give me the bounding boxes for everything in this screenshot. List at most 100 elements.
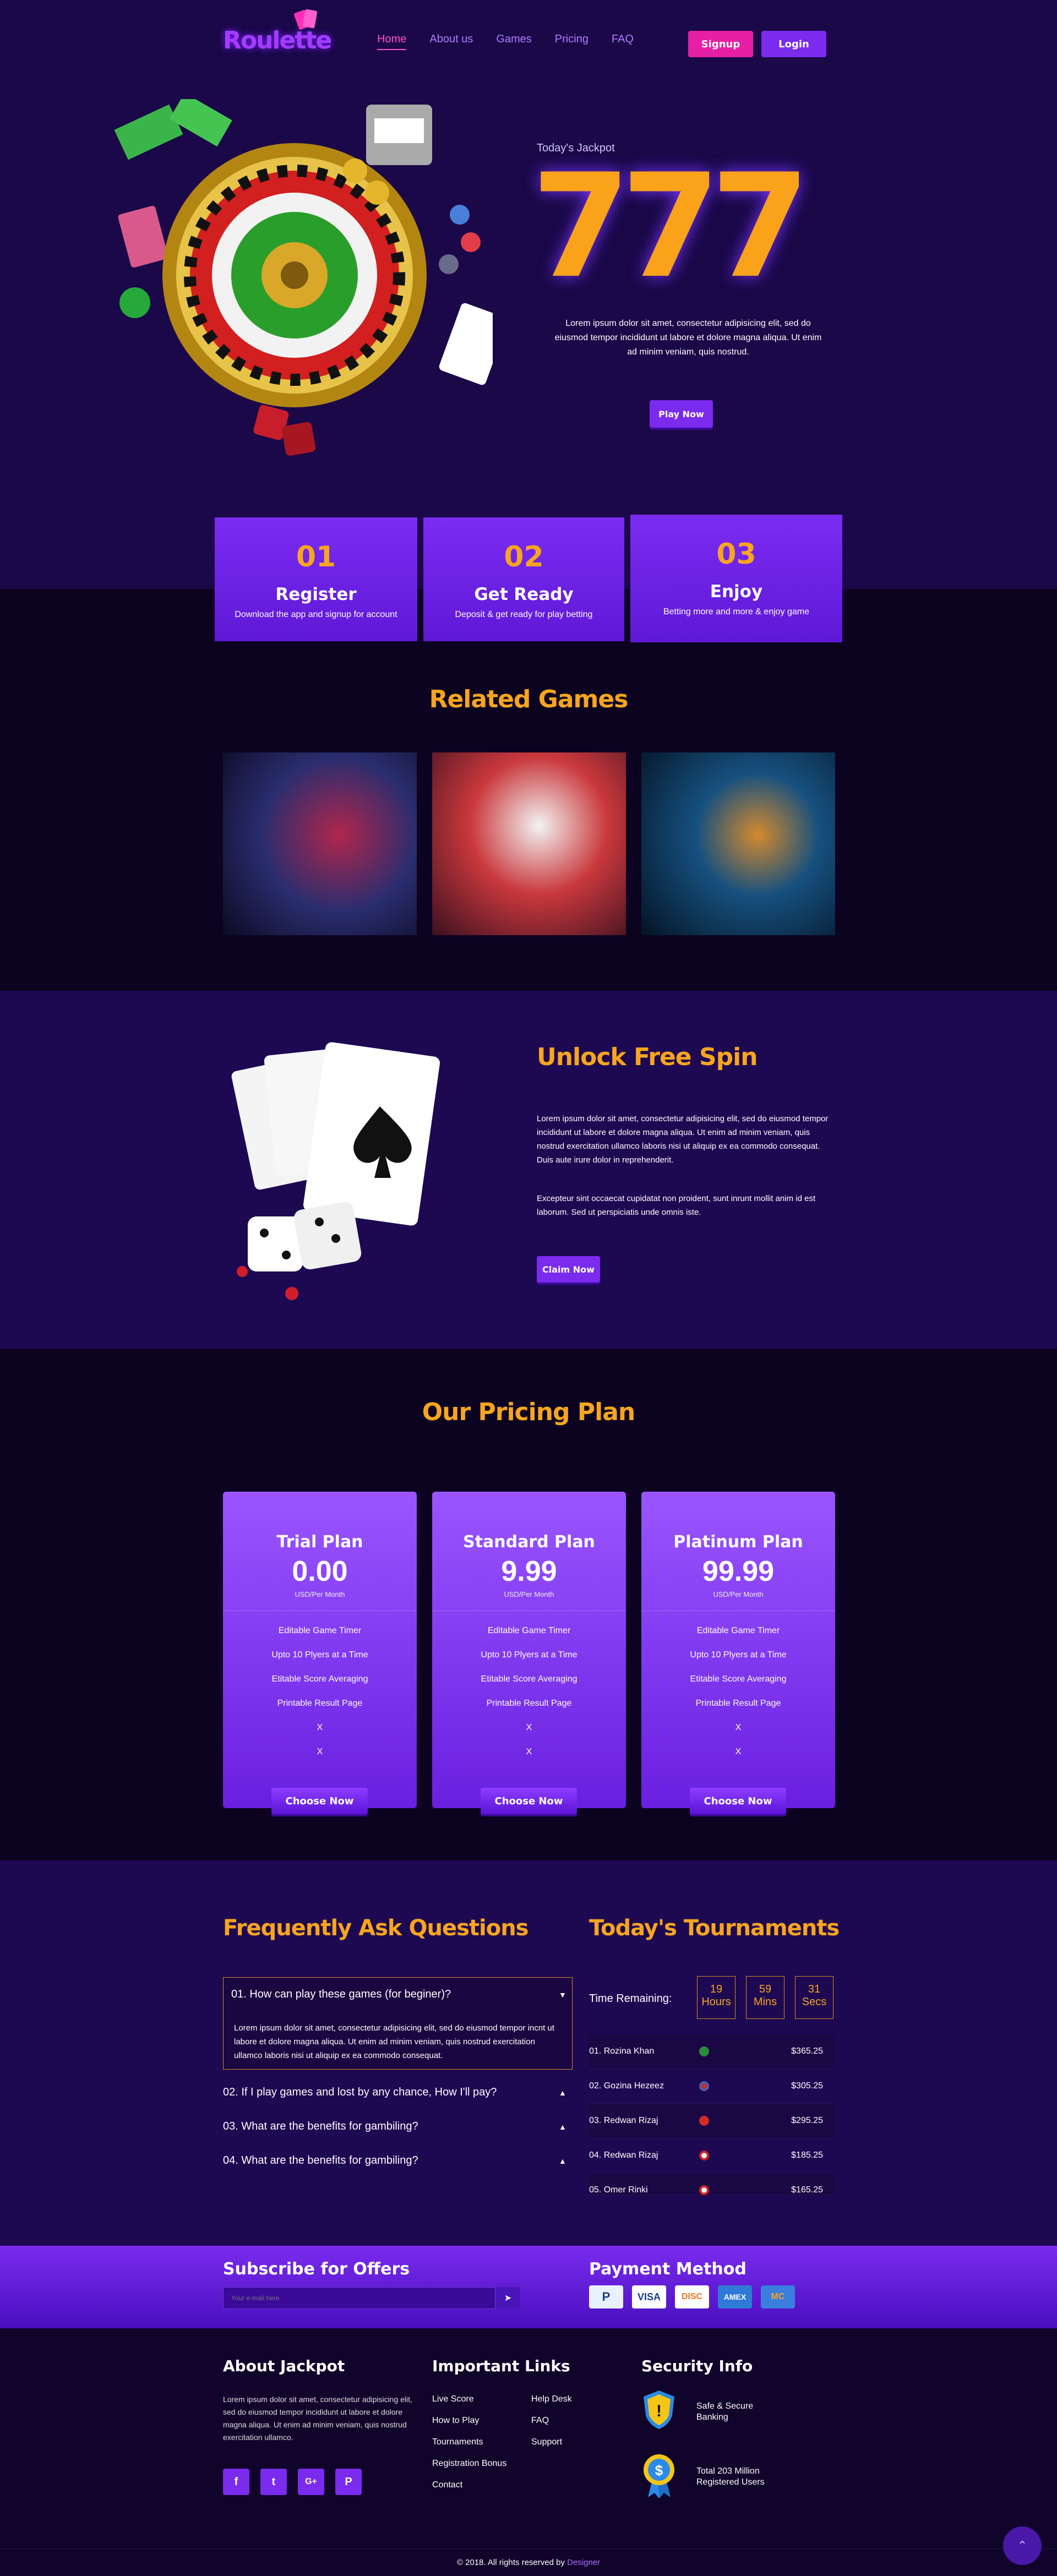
plan-feature: Editable Game Timer bbox=[278, 1626, 362, 1635]
main-nav: Home About us Games Pricing FAQ bbox=[377, 33, 634, 50]
nav-pricing[interactable]: Pricing bbox=[555, 33, 589, 50]
dice-icon bbox=[248, 1216, 303, 1271]
jackpot-value: 777 bbox=[531, 144, 810, 310]
nav-home[interactable]: Home bbox=[377, 33, 407, 50]
chevron-up-icon[interactable]: ▲ bbox=[559, 2088, 566, 2097]
login-button[interactable]: Login bbox=[761, 31, 826, 57]
footer-link[interactable]: Contact bbox=[432, 2480, 462, 2490]
plan-feature: Upto 10 Plyers at a Time bbox=[481, 1650, 577, 1660]
prize-amount: $365.25 bbox=[791, 2046, 823, 2056]
nav-games[interactable]: Games bbox=[496, 33, 531, 50]
step-desc: Betting more and more & enjoy game bbox=[663, 607, 810, 616]
plan-feature: X bbox=[317, 1723, 323, 1732]
plan-feature: Printable Result Page bbox=[486, 1699, 572, 1708]
player-name: 04. Redwan Rizaj bbox=[589, 2151, 658, 2160]
twitter-icon[interactable]: t bbox=[260, 2469, 287, 2495]
tournament-row: 02. Gozina Hezeez $305.25 bbox=[589, 2069, 834, 2104]
step-number: 03 bbox=[716, 538, 756, 571]
free-spin-text-1: Lorem ipsum dolor sit amet, consectetur … bbox=[537, 1114, 829, 1165]
mastercard-icon: MC bbox=[761, 2285, 795, 2308]
player-name: 02. Gozina Hezeez bbox=[589, 2081, 664, 2091]
footer-link[interactable]: Registration Bonus bbox=[432, 2459, 506, 2469]
plan-feature: X bbox=[735, 1723, 742, 1732]
facebook-icon[interactable]: f bbox=[223, 2469, 249, 2495]
timer-value: 19 bbox=[710, 1983, 723, 1995]
shield-icon: ! bbox=[641, 2389, 677, 2430]
choose-standard-button[interactable]: Choose Now bbox=[481, 1788, 577, 1814]
game-image-slots[interactable] bbox=[432, 752, 626, 935]
money-icon bbox=[114, 104, 183, 160]
about-title: About Jackpot bbox=[223, 2357, 345, 2375]
plan-feature: X bbox=[317, 1747, 323, 1756]
footer-link[interactable]: Tournaments bbox=[432, 2437, 483, 2447]
timer-secs: 31 Secs bbox=[795, 1976, 833, 2019]
plan-card-trial: Trial Plan 0.00 USD/Per Month Editable G… bbox=[223, 1492, 417, 1808]
footer-link[interactable]: FAQ bbox=[531, 2416, 549, 2426]
plan-feature: Etitable Score Averaging bbox=[690, 1674, 787, 1684]
faq-title: Frequently Ask Questions bbox=[223, 1915, 528, 1941]
faq-question[interactable]: 01. How can play these games (for begine… bbox=[231, 1988, 581, 2001]
plan-feature: Printable Result Page bbox=[277, 1699, 363, 1708]
prize-amount: $295.25 bbox=[791, 2116, 823, 2125]
google-plus-icon[interactable]: G+ bbox=[298, 2469, 324, 2495]
timer-unit: Secs bbox=[802, 1996, 827, 2008]
plan-price: 99.99 bbox=[702, 1556, 775, 1587]
game-image-roulette[interactable] bbox=[641, 752, 835, 935]
plan-feature: X bbox=[526, 1723, 532, 1732]
links-title: Important Links bbox=[432, 2357, 570, 2375]
footer-link[interactable]: Help Desk bbox=[531, 2394, 572, 2404]
designer-link[interactable]: Designer bbox=[567, 2558, 600, 2567]
signup-button[interactable]: Signup bbox=[688, 31, 753, 57]
pinterest-icon[interactable]: P bbox=[335, 2469, 362, 2495]
plan-price: 0.00 bbox=[292, 1556, 348, 1587]
choose-trial-button[interactable]: Choose Now bbox=[271, 1788, 368, 1814]
prize-amount: $165.25 bbox=[791, 2185, 823, 2195]
plan-name: Platinum Plan bbox=[673, 1532, 803, 1552]
email-input[interactable] bbox=[223, 2287, 495, 2309]
timer-value: 31 bbox=[808, 1983, 821, 1995]
chevron-down-icon[interactable]: ▼ bbox=[559, 1990, 566, 1999]
footer-link[interactable]: How to Play bbox=[432, 2416, 479, 2426]
plan-feature: X bbox=[735, 1747, 742, 1756]
footer-link[interactable]: Live Score bbox=[432, 2394, 474, 2404]
chevron-up-icon[interactable]: ▲ bbox=[559, 2157, 566, 2165]
security-safe-banking: Safe & Secure Banking bbox=[696, 2402, 754, 2422]
step-desc: Deposit & get ready for play betting bbox=[455, 610, 593, 619]
plan-price: 9.99 bbox=[501, 1556, 557, 1587]
flag-icon bbox=[699, 2185, 709, 2195]
pricing-title: Our Pricing Plan bbox=[422, 1398, 635, 1426]
plan-feature: Upto 10 Plyers at a Time bbox=[271, 1650, 368, 1660]
faq-question[interactable]: 03. What are the benefits for gambiling? bbox=[223, 2120, 573, 2133]
plan-feature: Etitable Score Averaging bbox=[271, 1674, 368, 1684]
plan-feature: Printable Result Page bbox=[695, 1699, 781, 1708]
tournament-row: 01. Rozina Khan $365.25 bbox=[589, 2034, 834, 2069]
double-chevron-up-icon: ⌃ bbox=[1017, 2539, 1028, 2552]
nav-about[interactable]: About us bbox=[429, 33, 473, 50]
plan-feature: Etitable Score Averaging bbox=[481, 1674, 577, 1684]
nav-faq[interactable]: FAQ bbox=[612, 33, 634, 50]
game-image-cards[interactable] bbox=[223, 752, 417, 935]
step-card-register: 01 Register Download the app and signup … bbox=[215, 517, 417, 641]
step-title: Register bbox=[275, 585, 357, 604]
timer-unit: Hours bbox=[701, 1996, 731, 2008]
claim-now-button[interactable]: Claim Now bbox=[537, 1256, 600, 1282]
flag-icon bbox=[699, 2151, 709, 2160]
scroll-top-button[interactable]: ⌃ bbox=[1003, 2526, 1042, 2565]
chevron-up-icon[interactable]: ▲ bbox=[559, 2122, 566, 2131]
prize-amount: $185.25 bbox=[791, 2151, 823, 2160]
prize-amount: $305.25 bbox=[791, 2081, 823, 2091]
aces-illustration bbox=[231, 1040, 479, 1316]
roulette-illustration bbox=[107, 92, 508, 484]
player-name: 05. Omer Rinki bbox=[589, 2185, 648, 2195]
choose-platinum-button[interactable]: Choose Now bbox=[690, 1788, 786, 1814]
play-now-button[interactable]: Play Now bbox=[650, 400, 713, 428]
faq-question[interactable]: 02. If I play games and lost by any chan… bbox=[223, 2086, 573, 2099]
flag-icon bbox=[699, 2081, 709, 2091]
tournament-row: 04. Redwan Rizaj $185.25 bbox=[589, 2138, 834, 2173]
footer-link[interactable]: Support bbox=[531, 2437, 562, 2447]
free-spin-text-2: Excepteur sint occaecat cupidatat non pr… bbox=[537, 1194, 816, 1217]
faq-question[interactable]: 04. What are the benefits for gambiling? bbox=[223, 2154, 573, 2167]
step-number: 02 bbox=[504, 541, 544, 574]
send-icon[interactable]: ➤ bbox=[495, 2287, 520, 2309]
plan-feature: X bbox=[526, 1747, 532, 1756]
